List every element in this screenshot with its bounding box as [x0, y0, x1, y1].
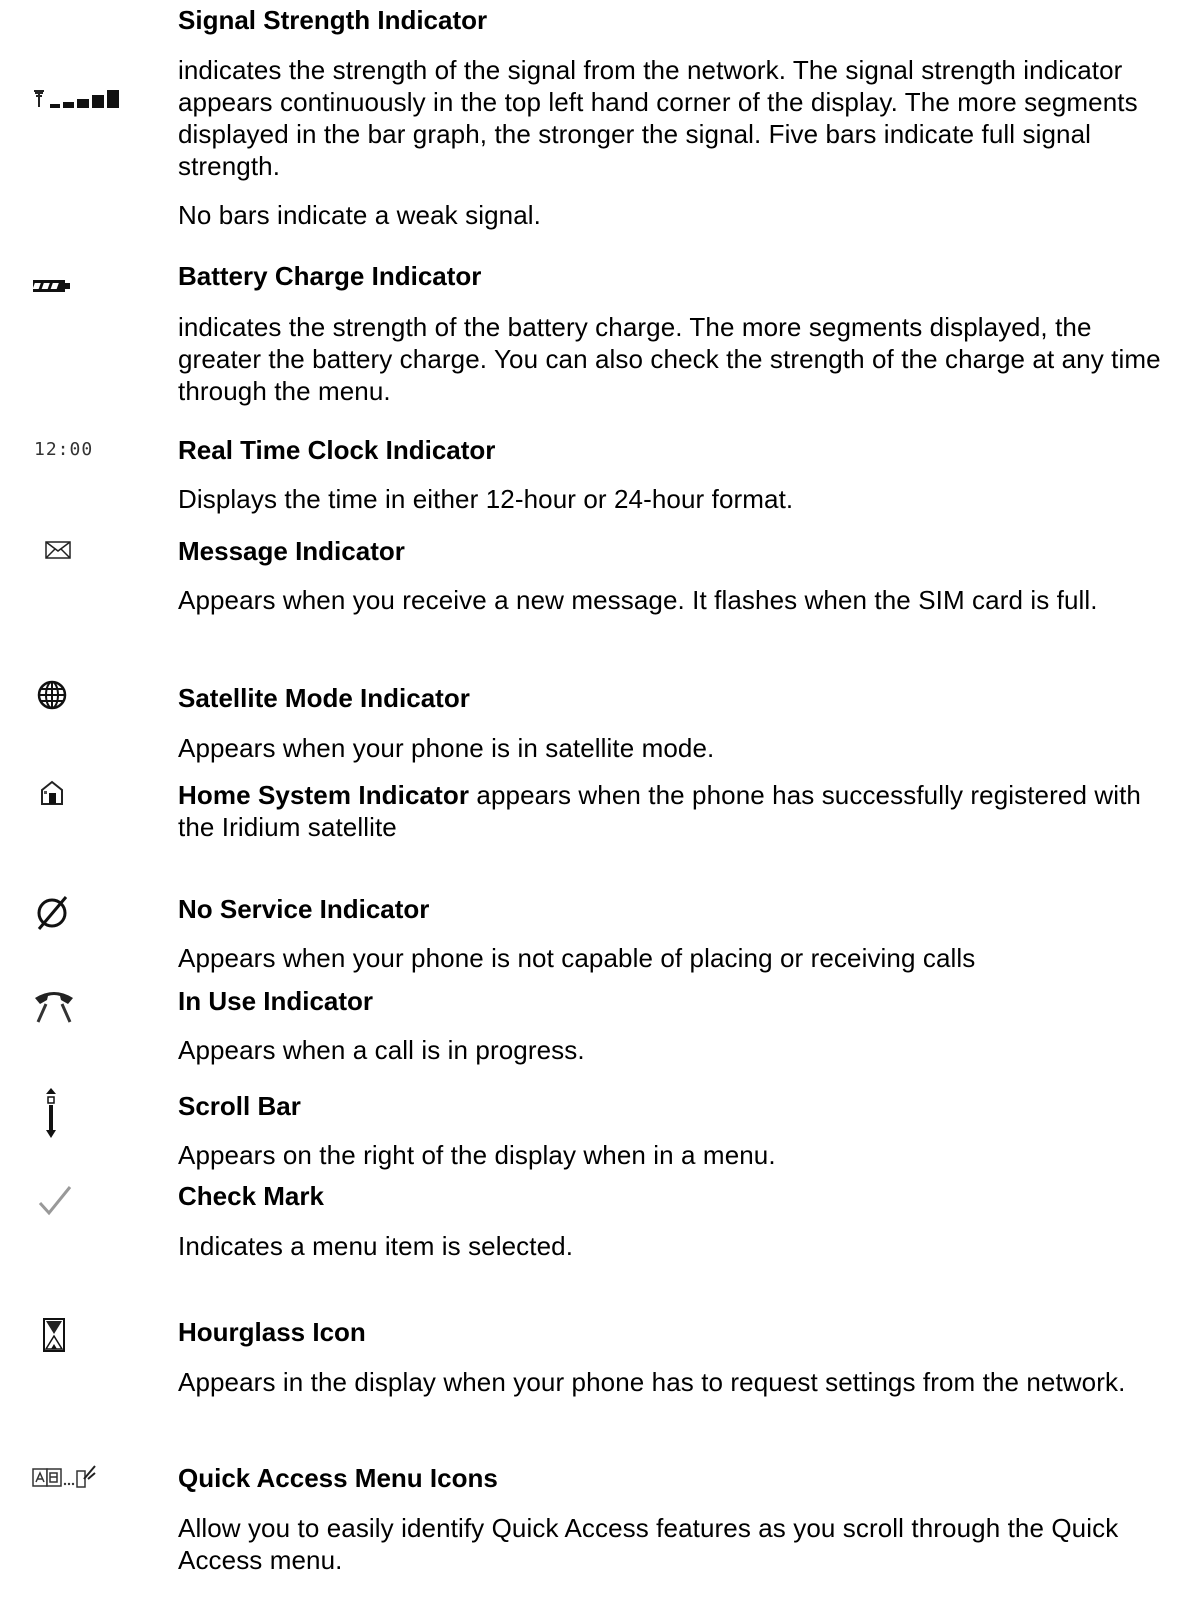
hourglass-title: Hourglass Icon [178, 1317, 366, 1347]
check-mark-icon [38, 1186, 72, 1216]
envelope-icon [45, 541, 71, 559]
no-service-icon [37, 896, 68, 930]
clock-description: Displays the time in either 12-hour or 2… [178, 484, 794, 514]
signal-strength-note: No bars indicate a weak signal. [178, 200, 541, 230]
in-use-description: Appears when a call is in progress. [178, 1035, 585, 1065]
quick-access-title: Quick Access Menu Icons [178, 1463, 498, 1493]
quick-access-description: Allow you to easily identify Quick Acces… [178, 1513, 1119, 1575]
clock-title: Real Time Clock Indicator [178, 435, 496, 465]
home-system-text: Home System Indicator appears when the p… [178, 779, 1168, 843]
battery-title: Battery Charge Indicator [178, 261, 482, 291]
message-title: Message Indicator [178, 536, 405, 566]
signal-strength-title: Signal Strength Indicator [178, 5, 488, 35]
handset-icon [35, 992, 73, 1023]
check-mark-description: Indicates a menu item is selected. [178, 1231, 574, 1261]
clock-icon: 12:00 [34, 439, 94, 460]
globe-icon [37, 680, 67, 710]
hourglass-description: Appears in the display when your phone h… [178, 1367, 1126, 1397]
battery-description: indicates the strength of the battery ch… [178, 312, 1161, 406]
check-mark-title: Check Mark [178, 1181, 324, 1211]
battery-icon [32, 280, 70, 292]
satellite-mode-description: Appears when your phone is in satellite … [178, 733, 715, 763]
satellite-mode-title: Satellite Mode Indicator [178, 683, 470, 713]
home-icon [41, 780, 63, 805]
no-service-title: No Service Indicator [178, 894, 430, 924]
scroll-bar-title: Scroll Bar [178, 1091, 301, 1121]
in-use-title: In Use Indicator [178, 986, 374, 1016]
no-service-description: Appears when your phone is not capable o… [178, 943, 976, 973]
hourglass-icon [43, 1318, 65, 1352]
scroll-bar-icon [46, 1088, 56, 1138]
message-description: Appears when you receive a new message. … [178, 585, 1098, 615]
signal-strength-icon [34, 90, 119, 108]
scroll-bar-description: Appears on the right of the display when… [178, 1140, 776, 1170]
signal-strength-description: indicates the strength of the signal fro… [178, 55, 1138, 181]
quick-access-icon [32, 1465, 96, 1488]
home-system-title: Home System Indicator [178, 780, 470, 810]
